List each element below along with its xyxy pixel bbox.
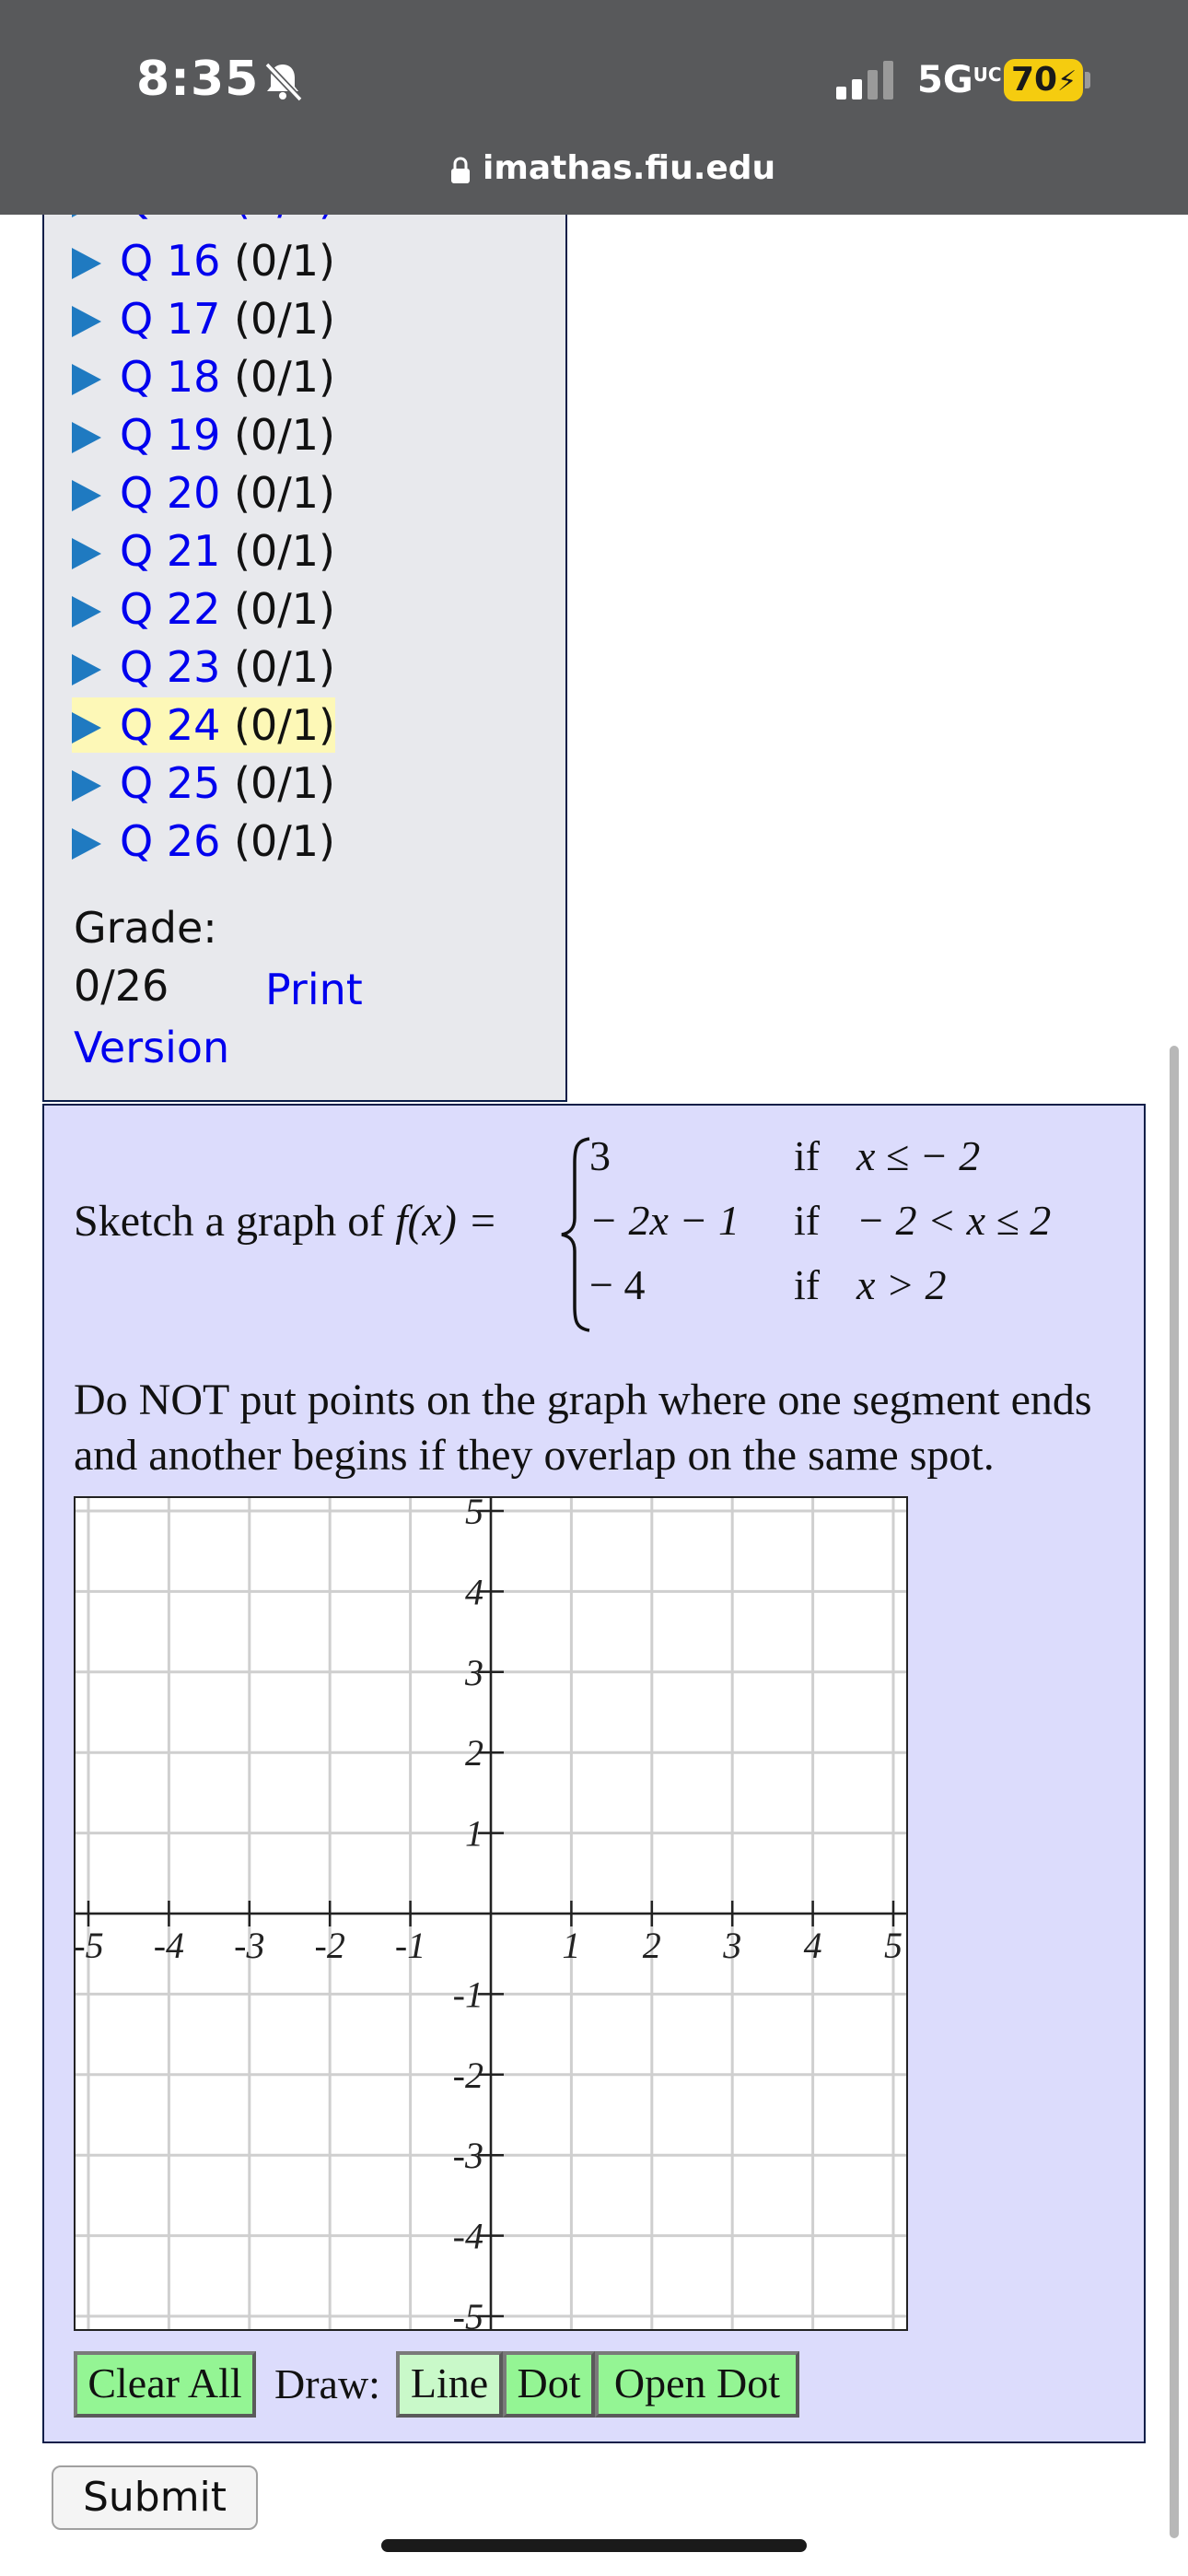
- piece-1-expression: 3: [589, 1132, 611, 1179]
- triangle-right-icon: [72, 480, 101, 511]
- battery-tip: [1085, 72, 1090, 88]
- triangle-right-icon: [72, 828, 101, 860]
- print-version-link[interactable]: Print Version: [74, 961, 542, 1077]
- x-tick-label: -2: [315, 1925, 345, 1966]
- network-indicator: 5GUC: [917, 59, 1002, 101]
- piece-3-expression: − 4: [589, 1261, 646, 1308]
- y-tick-label: 2: [465, 1732, 483, 1774]
- question-link-23[interactable]: Q 23 (0/1): [72, 639, 335, 695]
- print-link-line1[interactable]: Print: [265, 961, 542, 1019]
- question-link-18[interactable]: Q 18 (0/1): [72, 349, 335, 404]
- question-panel: Sketch a graph of f(x) = 3 if x ≤ − 2 − …: [42, 1104, 1146, 2443]
- line-tool-button[interactable]: Line: [396, 2351, 503, 2418]
- question-link-26[interactable]: Q 26 (0/1): [72, 814, 335, 869]
- y-tick-label: 3: [464, 1652, 483, 1693]
- page-scrollbar[interactable]: [1170, 1046, 1179, 2538]
- question-link-25[interactable]: Q 25 (0/1): [72, 755, 335, 811]
- submit-button[interactable]: Submit: [52, 2465, 258, 2530]
- x-tick-label: 1: [562, 1925, 580, 1966]
- triangle-right-icon: [72, 596, 101, 627]
- piece-2-if: if: [794, 1197, 821, 1244]
- question-link-19[interactable]: Q 19 (0/1): [72, 407, 335, 463]
- x-tick-label: 5: [884, 1925, 903, 1966]
- triangle-right-icon: [72, 654, 101, 685]
- x-tick-label: -4: [154, 1925, 184, 1966]
- battery-charging-icon: 70⚡: [1004, 59, 1083, 101]
- piece-1-if: if: [794, 1132, 821, 1179]
- triangle-right-icon: [72, 712, 101, 744]
- question-link-17[interactable]: Q 17 (0/1): [72, 291, 335, 346]
- triangle-right-icon: [72, 364, 101, 395]
- triangle-right-icon: [72, 306, 101, 337]
- y-tick-label: 4: [465, 1571, 483, 1612]
- draw-label: Draw:: [274, 2360, 380, 2407]
- question-link-20[interactable]: Q 20 (0/1): [72, 465, 335, 521]
- open-dot-tool-button[interactable]: Open Dot: [595, 2351, 799, 2418]
- x-tick-label: 2: [643, 1925, 661, 1966]
- question-link-21[interactable]: Q 21 (0/1): [72, 523, 335, 579]
- piece-1-condition: x ≤ − 2: [856, 1132, 981, 1179]
- question-link-16[interactable]: Q 16 (0/1): [72, 233, 335, 288]
- y-tick-label: -5: [453, 2296, 483, 2329]
- triangle-right-icon: [72, 248, 101, 279]
- dot-tool-button[interactable]: Dot: [503, 2351, 595, 2418]
- question-link-24-current[interactable]: Q 24 (0/1): [72, 697, 335, 753]
- instruction-text: Do NOT put points on the graph where one…: [74, 1376, 1092, 1480]
- question-prompt: Sketch a graph of f(x) =: [74, 1197, 498, 1246]
- x-tick-label: 3: [722, 1925, 741, 1966]
- signal-icon: [836, 61, 893, 100]
- lock-icon: [451, 157, 470, 183]
- y-tick-label: 1: [465, 1813, 483, 1855]
- grade-value: 0/26: [74, 961, 169, 1011]
- piece-3-condition: x > 2: [856, 1261, 947, 1308]
- y-tick-label: -4: [453, 2216, 483, 2257]
- triangle-right-icon: [72, 422, 101, 453]
- y-tick-label: 5: [465, 1498, 483, 1532]
- triangle-right-icon: [72, 770, 101, 802]
- y-tick-label: -1: [453, 1973, 483, 2015]
- graph-canvas[interactable]: -5 -4 -3 -2 -1 1 2 3 4 5 5 4 3 2 1 -1 -2 -3 -4 -5: [74, 1496, 908, 2331]
- piece-2-condition: − 2 < x ≤ 2: [856, 1197, 1052, 1244]
- print-link-line2[interactable]: Version: [74, 1019, 542, 1077]
- question-nav-panel: Q 15 (0/1) Q 16 (0/1) Q 17 (0/1) Q 18 (0…: [42, 174, 567, 1102]
- x-tick-label: -3: [234, 1925, 264, 1966]
- status-time: 8:35: [136, 52, 260, 107]
- browser-top-bar: 8:35 5GUC 70⚡ imathas.fiu.edu: [0, 0, 1188, 215]
- piece-2-expression: − 2x − 1: [589, 1197, 740, 1244]
- clear-all-button[interactable]: Clear All: [74, 2351, 256, 2418]
- piece-3-if: if: [794, 1261, 821, 1308]
- x-tick-label: 4: [804, 1925, 822, 1966]
- x-tick-label: -5: [76, 1925, 104, 1966]
- y-tick-label: -3: [453, 2135, 483, 2176]
- question-link-22[interactable]: Q 22 (0/1): [72, 581, 335, 637]
- address-bar-url[interactable]: imathas.fiu.edu: [483, 149, 775, 187]
- triangle-right-icon: [72, 538, 101, 569]
- x-tick-label: -1: [395, 1925, 425, 1966]
- function-label: f(x) =: [395, 1197, 498, 1246]
- graph-svg[interactable]: -5 -4 -3 -2 -1 1 2 3 4 5 5 4 3 2 1 -1 -2 -3 -4 -5: [76, 1498, 906, 2329]
- y-tick-label: -2: [453, 2055, 483, 2096]
- grade-label: Grade:: [74, 903, 217, 953]
- home-indicator: [381, 2539, 807, 2552]
- bell-slash-icon: [264, 62, 303, 102]
